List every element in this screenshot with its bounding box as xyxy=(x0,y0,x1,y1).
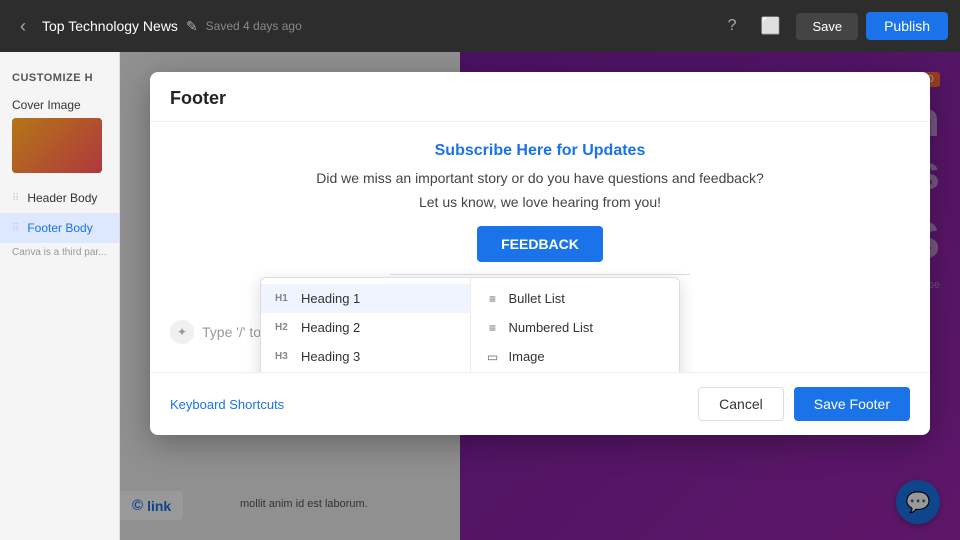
drag-handle-header: ⠿ xyxy=(12,193,19,204)
saved-text: Saved 4 days ago xyxy=(206,19,302,33)
dropdown-item-h1[interactable]: H1 Heading 1 xyxy=(261,284,470,313)
numbered-list-icon: ≡ xyxy=(485,321,501,335)
bullet-list-icon: ≡ xyxy=(485,292,501,306)
h3-level: H3 xyxy=(275,351,293,362)
preview-button[interactable]: ⬜ xyxy=(753,12,789,40)
modal-title: Footer xyxy=(170,88,226,108)
modal-actions: Cancel Save Footer xyxy=(698,387,910,421)
cover-thumb-inner xyxy=(12,118,102,173)
help-button[interactable]: ? xyxy=(720,13,745,39)
sidebar-item-footer-body[interactable]: ⠿ Footer Body xyxy=(0,213,119,243)
dropdown-item-button[interactable]: ▭ Button xyxy=(471,371,680,372)
main-area: CUSTOMIZE H Cover Image ⠿ Header Body ⠿ … xyxy=(0,52,960,540)
top-bar-right: ? ⬜ Save Publish xyxy=(720,12,948,40)
keyboard-shortcuts-link[interactable]: Keyboard Shortcuts xyxy=(170,397,284,412)
canva-note: Canva is a third par... xyxy=(0,243,119,262)
sidebar-label-footer-body: Footer Body xyxy=(27,221,92,235)
slash-icon: ✦ xyxy=(170,320,194,344)
modal-body: Subscribe Here for Updates Did we miss a… xyxy=(150,122,930,372)
publish-button[interactable]: Publish xyxy=(866,12,948,40)
save-button[interactable]: Save xyxy=(796,13,858,40)
modal-description: Did we miss an important story or do you… xyxy=(170,170,910,186)
cover-image-section: Cover Image xyxy=(0,88,119,183)
dropdown-headings-col: H1 Heading 1 H2 Heading 2 H3 Heading 3 xyxy=(261,278,471,372)
h2-level: H2 xyxy=(275,322,293,333)
dropdown-item-h2[interactable]: H2 Heading 2 xyxy=(261,313,470,342)
numbered-list-label: Numbered List xyxy=(509,320,594,335)
cover-image-label: Cover Image xyxy=(12,98,107,112)
edit-icon[interactable]: ✎ xyxy=(186,18,198,35)
feedback-button[interactable]: FEEDBACK xyxy=(477,226,603,262)
modal-header: Footer xyxy=(150,72,930,122)
dropdown-item-h4[interactable]: H4 Heading 4 xyxy=(261,371,470,372)
sidebar-item-header-body[interactable]: ⠿ Header Body xyxy=(0,183,119,213)
cover-thumbnail[interactable] xyxy=(12,118,102,173)
site-title: Top Technology News xyxy=(42,18,178,34)
h2-label: Heading 2 xyxy=(301,320,360,335)
cancel-button[interactable]: Cancel xyxy=(698,387,784,421)
top-bar-left: ‹ Top Technology News ✎ Saved 4 days ago xyxy=(12,12,712,41)
sidebar: CUSTOMIZE H Cover Image ⠿ Header Body ⠿ … xyxy=(0,52,120,540)
image-icon: ▭ xyxy=(485,350,501,364)
insert-dropdown: H1 Heading 1 H2 Heading 2 H3 Heading 3 xyxy=(260,277,680,372)
modal-footer: Keyboard Shortcuts Cancel Save Footer xyxy=(150,372,930,435)
subscribe-link[interactable]: Subscribe Here for Updates xyxy=(170,142,910,160)
back-button[interactable]: ‹ xyxy=(12,12,34,41)
dropdown-item-image[interactable]: ▭ Image xyxy=(471,342,680,371)
top-bar: ‹ Top Technology News ✎ Saved 4 days ago… xyxy=(0,0,960,52)
modal-overlay: Footer Subscribe Here for Updates Did we… xyxy=(120,52,960,540)
sidebar-label-header-body: Header Body xyxy=(27,191,97,205)
image-label: Image xyxy=(509,349,545,364)
h1-label: Heading 1 xyxy=(301,291,360,306)
modal-subtext: Let us know, we love hearing from you! xyxy=(170,194,910,210)
content-area: RECOMMENDED ech tes S abore et aliquip d… xyxy=(120,52,960,540)
h1-level: H1 xyxy=(275,293,293,304)
dropdown-columns: H1 Heading 1 H2 Heading 2 H3 Heading 3 xyxy=(261,278,679,372)
dropdown-item-bullet[interactable]: ≡ Bullet List xyxy=(471,284,680,313)
dropdown-item-h3[interactable]: H3 Heading 3 xyxy=(261,342,470,371)
divider xyxy=(390,274,690,275)
bullet-list-label: Bullet List xyxy=(509,291,565,306)
footer-modal: Footer Subscribe Here for Updates Did we… xyxy=(150,72,930,435)
save-footer-button[interactable]: Save Footer xyxy=(794,387,910,421)
dropdown-item-numbered[interactable]: ≡ Numbered List xyxy=(471,313,680,342)
drag-handle-footer: ⠿ xyxy=(12,223,19,234)
sidebar-section-label: CUSTOMIZE H xyxy=(0,62,119,88)
h3-label: Heading 3 xyxy=(301,349,360,364)
dropdown-blocks-col: ≡ Bullet List ≡ Numbered List ▭ Image xyxy=(471,278,680,372)
